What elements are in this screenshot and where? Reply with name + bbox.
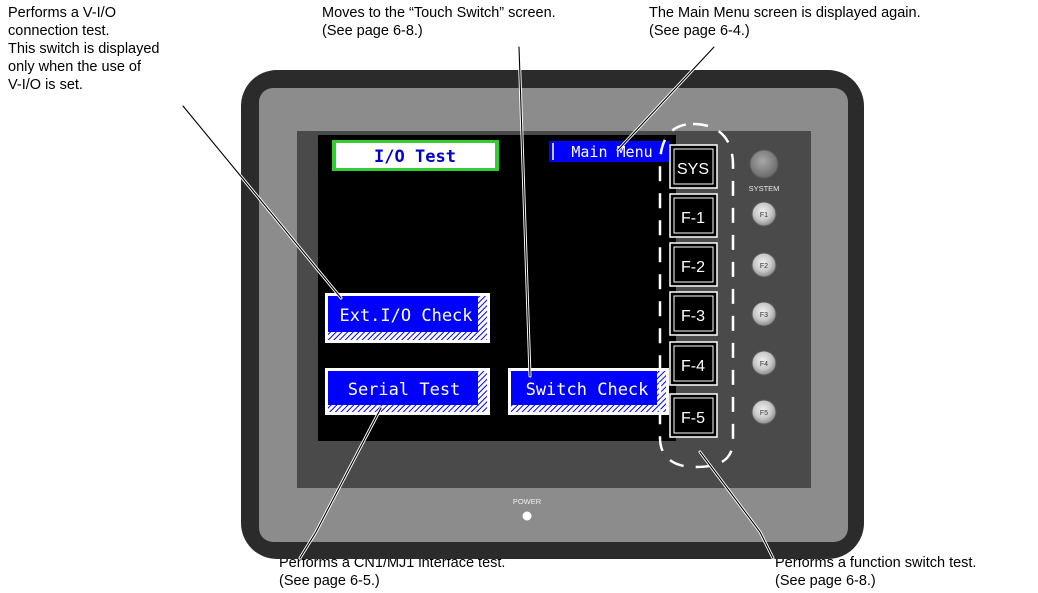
hard-button-f2[interactable]: F2 [751, 252, 777, 278]
hard-button-f1[interactable]: F1 [751, 201, 777, 227]
hard-button-f5[interactable]: F5 [751, 399, 777, 425]
switch-check-button[interactable]: Switch Check [508, 368, 669, 415]
function-key-f5-label: F-5 [681, 410, 705, 427]
function-key-sys-label: SYS [677, 161, 709, 178]
function-key-f1[interactable]: F-1 [669, 193, 718, 238]
function-key-f3[interactable]: F-3 [669, 291, 718, 336]
serial-test-label: Serial Test [348, 380, 461, 400]
hard-button-f1-label: F1 [760, 212, 768, 219]
function-key-f1-label: F-1 [681, 210, 705, 227]
function-key-f3-label: F-3 [681, 308, 705, 325]
power-label: POWER [513, 497, 542, 506]
hard-button-f3-label: F3 [760, 312, 768, 319]
power-led [522, 511, 532, 521]
ext-io-check-label: Ext.I/O Check [339, 306, 472, 326]
hmi-panel-diagram: I/O Test Main Menu Ext.I/O Check Serial … [181, 45, 864, 560]
hard-button-f4-label: F4 [760, 361, 768, 368]
function-key-f4-label: F-4 [681, 358, 705, 375]
screen-title: I/O Test [332, 140, 499, 171]
function-key-sys[interactable]: SYS [669, 144, 718, 189]
switch-check-label: Switch Check [526, 380, 649, 400]
hard-button-f2-label: F2 [760, 263, 768, 270]
hard-button-f4[interactable]: F4 [751, 350, 777, 376]
main-menu-label: Main Menu [571, 143, 652, 161]
function-key-f4[interactable]: F-4 [669, 341, 718, 386]
serial-test-button[interactable]: Serial Test [325, 368, 490, 415]
hard-button-f5-label: F5 [760, 410, 768, 417]
ext-io-check-button[interactable]: Ext.I/O Check [325, 293, 490, 343]
screen-title-text: I/O Test [374, 147, 456, 167]
system-hard-button[interactable] [749, 149, 779, 179]
main-menu-button[interactable]: Main Menu [549, 141, 669, 162]
function-key-f2[interactable]: F-2 [669, 242, 718, 287]
system-hard-button-label: SYSTEM [749, 184, 780, 193]
hard-button-f3[interactable]: F3 [751, 301, 777, 327]
function-key-f2-label: F-2 [681, 259, 705, 276]
function-key-f5[interactable]: F-5 [669, 393, 718, 438]
